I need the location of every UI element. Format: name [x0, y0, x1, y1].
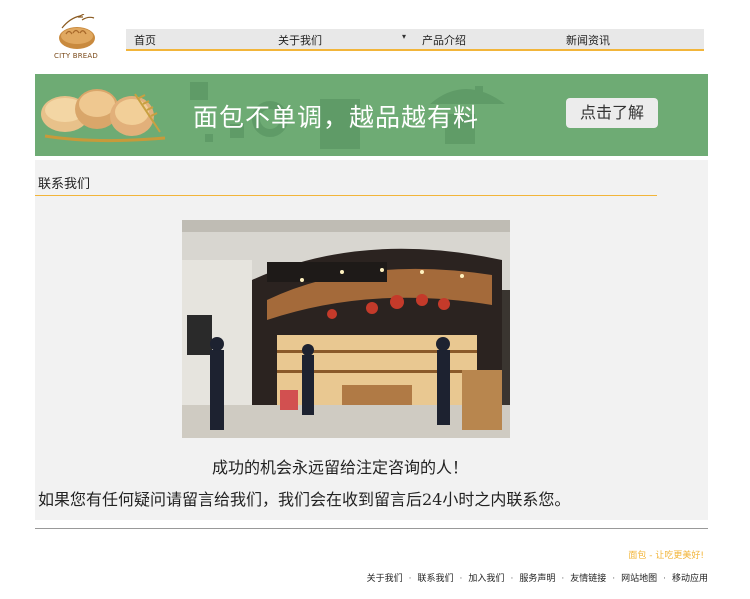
footer-tagline: 面包 - 让吃更美好! [628, 551, 704, 561]
nav-item-products[interactable]: 产品介绍 [422, 32, 466, 48]
footer-separator: · [510, 574, 514, 584]
footer-link-terms[interactable]: 服务声明 [519, 574, 555, 584]
footer-separator: · [408, 574, 412, 584]
footer-divider [35, 528, 708, 529]
footer-separator: · [561, 574, 565, 584]
logo[interactable]: CITY BREAD [50, 14, 102, 64]
footer-link-friends[interactable]: 友情链接 [570, 574, 606, 584]
footer-link-about[interactable]: 关于我们 [367, 574, 403, 584]
footer-separator: · [612, 574, 616, 584]
footer-link-join[interactable]: 加入我们 [468, 574, 504, 584]
nav-item-about[interactable]: 关于我们 [278, 32, 322, 48]
section-divider [35, 195, 657, 196]
footer-link-sitemap[interactable]: 网站地图 [621, 574, 657, 584]
nav-item-news[interactable]: 新闻资讯 [566, 32, 610, 48]
contact-section: 联系我们 成功的机会永远留给注定咨询的人！ 如果您有任何疑问请留言给我们，我们会… [35, 160, 708, 520]
slogan-text: 成功的机会永远留给注定咨询的人！ [211, 458, 468, 477]
learn-more-button[interactable]: 点击了解 [566, 98, 658, 128]
nav-item-home[interactable]: 首页 [134, 32, 156, 48]
section-title: 联系我们 [38, 177, 91, 192]
bread-logo-icon [59, 14, 95, 49]
banner-title: 面包不单调，越品越有料 [193, 103, 480, 132]
footer-link-contact[interactable]: 联系我们 [418, 574, 454, 584]
promo-banner[interactable]: 面包不单调，越品越有料 点击了解 [35, 74, 708, 156]
contact-message: 如果您有任何疑问请留言给我们，我们会在收到留言后24小时之内联系您。 [38, 490, 571, 509]
logo-brand-text: CITY BREAD [54, 52, 98, 60]
footer-link-mobile[interactable]: 移动应用 [672, 574, 708, 584]
bread-image [41, 89, 166, 143]
main-nav: 首页 关于我们 ▾ 产品介绍 新闻资讯 [126, 29, 704, 51]
footer-separator: · [459, 574, 463, 584]
footer-separator: · [663, 574, 666, 584]
footer-links: 关于我们 · 联系我们 · 加入我们 · 服务声明 · 友情链接 · 网站地图 · 移动应用 [367, 571, 708, 584]
chevron-down-icon[interactable]: ▾ [402, 32, 406, 41]
storefront-photo [182, 220, 510, 438]
